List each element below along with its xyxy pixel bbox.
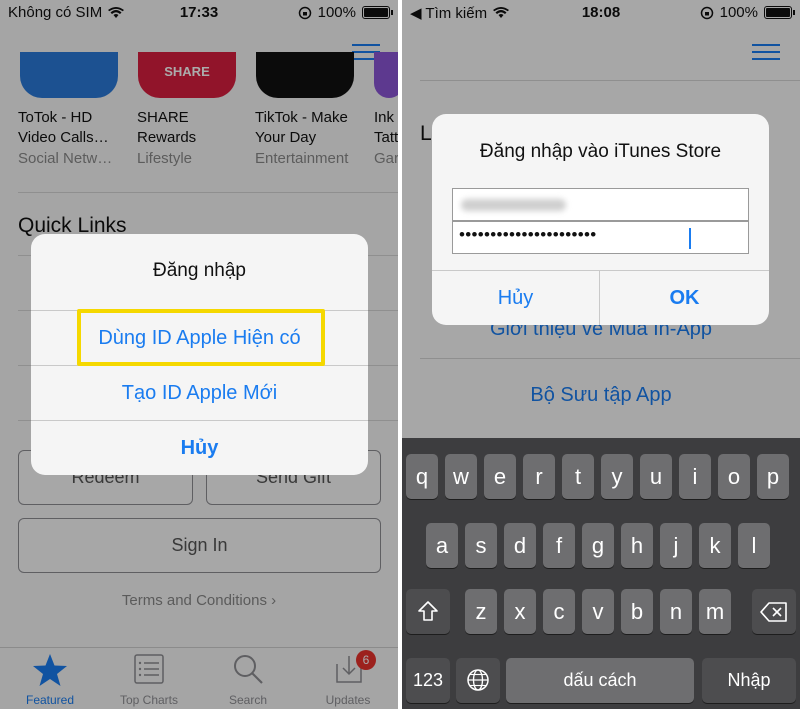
key-w[interactable]: w (445, 454, 477, 499)
dialog-title: Đăng nhập (153, 260, 246, 281)
create-new-apple-id-button[interactable]: Tạo ID Apple Mới (31, 365, 368, 420)
keyboard: q w e r t y u i o p a s d f g h j k l z … (402, 438, 800, 709)
highlight-box (77, 309, 325, 366)
right-screen: ◀ Tìm kiếm 18:08 100% L Giới thiệu về Mu… (402, 0, 800, 709)
text-cursor (689, 228, 691, 249)
apple-id-field[interactable] (452, 188, 749, 221)
cancel-button[interactable]: Hủy (432, 271, 600, 325)
key-m[interactable]: m (699, 589, 731, 634)
key-t[interactable]: t (562, 454, 594, 499)
key-e[interactable]: e (484, 454, 516, 499)
key-p[interactable]: p (757, 454, 789, 499)
backspace-icon (760, 602, 787, 622)
shift-icon (418, 601, 438, 621)
key-r[interactable]: r (523, 454, 555, 499)
globe-key[interactable] (456, 658, 500, 703)
key-g[interactable]: g (582, 523, 614, 568)
key-b[interactable]: b (621, 589, 653, 634)
key-k[interactable]: k (699, 523, 731, 568)
key-z[interactable]: z (465, 589, 497, 634)
key-n[interactable]: n (660, 589, 692, 634)
password-mask: •••••••••••••••••••••• (459, 225, 597, 244)
key-i[interactable]: i (679, 454, 711, 499)
numbers-key[interactable]: 123 (406, 658, 450, 703)
key-x[interactable]: x (504, 589, 536, 634)
key-a[interactable]: a (426, 523, 458, 568)
left-screen: Không có SIM 17:33 100% SHARE ToTok - HD… (0, 0, 398, 709)
space-key[interactable]: dấu cách (506, 658, 694, 703)
key-f[interactable]: f (543, 523, 575, 568)
key-d[interactable]: d (504, 523, 536, 568)
enter-key[interactable]: Nhập (702, 658, 796, 703)
key-h[interactable]: h (621, 523, 653, 568)
redacted-email (461, 199, 566, 211)
itunes-signin-dialog: Đăng nhập vào iTunes Store •••••••••••••… (432, 114, 769, 325)
globe-icon (467, 669, 489, 691)
key-s[interactable]: s (465, 523, 497, 568)
key-v[interactable]: v (582, 589, 614, 634)
key-y[interactable]: y (601, 454, 633, 499)
password-field[interactable]: •••••••••••••••••••••• (452, 221, 749, 254)
key-l[interactable]: l (738, 523, 770, 568)
key-q[interactable]: q (406, 454, 438, 499)
cancel-button[interactable]: Hủy (31, 420, 368, 475)
key-c[interactable]: c (543, 589, 575, 634)
backspace-key[interactable] (752, 589, 796, 634)
dialog-title: Đăng nhập vào iTunes Store (479, 141, 722, 162)
key-o[interactable]: o (718, 454, 750, 499)
key-j[interactable]: j (660, 523, 692, 568)
key-u[interactable]: u (640, 454, 672, 499)
shift-key[interactable] (406, 589, 450, 634)
dialog-buttons: Hủy OK (432, 270, 769, 325)
ok-button[interactable]: OK (600, 271, 769, 325)
